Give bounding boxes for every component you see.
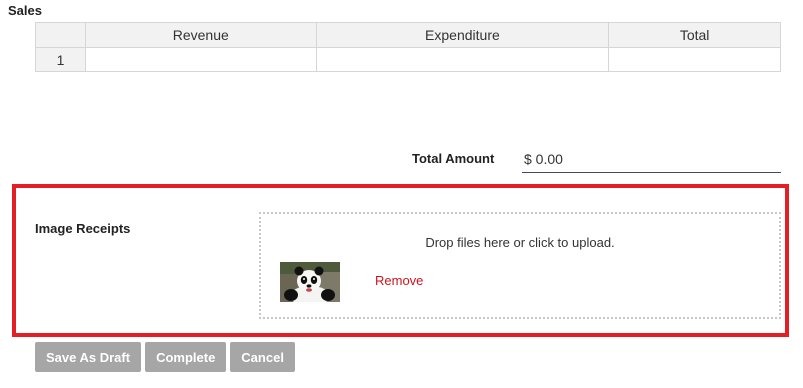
column-header-total[interactable]: Total (608, 22, 781, 48)
row-number-cell: 1 (35, 47, 86, 72)
table-row: 1 (35, 47, 781, 72)
form-actions: Save As Draft Complete Cancel (35, 342, 295, 372)
dropzone-instructions: Drop files here or click to upload. (425, 235, 615, 250)
expense-form: Sales Revenue Expenditure Total 1 Total … (0, 0, 803, 388)
corner-header-cell (35, 22, 86, 48)
sales-table-header: Revenue Expenditure Total (35, 22, 781, 48)
image-receipts-section: Image Receipts Drop files here or click … (12, 184, 789, 337)
total-cell[interactable] (608, 47, 781, 72)
save-draft-button[interactable]: Save As Draft (35, 342, 142, 372)
column-header-expenditure[interactable]: Expenditure (315, 22, 610, 48)
expenditure-cell[interactable] (315, 47, 610, 72)
panda-photo-icon (280, 262, 340, 302)
sales-table: Revenue Expenditure Total 1 (35, 22, 781, 72)
image-receipts-label: Image Receipts (35, 221, 131, 236)
total-amount-label: Total Amount (412, 151, 495, 166)
cancel-button[interactable]: Cancel (230, 342, 295, 372)
column-header-revenue[interactable]: Revenue (84, 22, 317, 48)
file-dropzone[interactable]: Drop files here or click to upload. Remo… (259, 212, 781, 319)
sales-section-title: Sales (8, 3, 42, 18)
receipt-thumbnail-image (280, 262, 340, 302)
complete-button[interactable]: Complete (145, 342, 227, 372)
total-amount-value: $ 0.00 (522, 151, 781, 173)
revenue-cell[interactable] (84, 47, 317, 72)
remove-file-link[interactable]: Remove (375, 273, 423, 288)
